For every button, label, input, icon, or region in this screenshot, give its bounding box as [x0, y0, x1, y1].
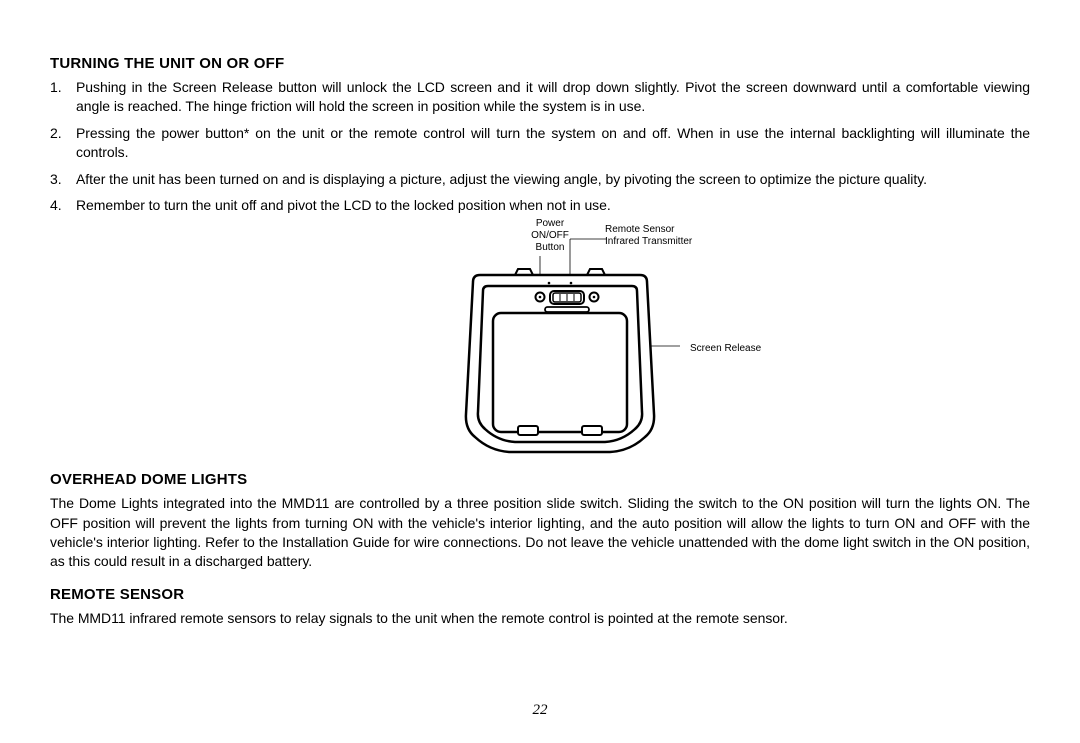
- page-root: TURNING THE UNIT ON OR OFF Pushing in th…: [0, 0, 1080, 743]
- section2-title: OVERHEAD DOME LIGHTS: [50, 471, 1030, 488]
- page-number: 22: [0, 702, 1080, 719]
- section3-body: The MMD11 infrared remote sensors to rel…: [50, 609, 1030, 628]
- instructions-list: Pushing in the Screen Release button wil…: [50, 78, 1030, 215]
- section1-title: TURNING THE UNIT ON OR OFF: [50, 55, 1030, 72]
- instruction-item-3: After the unit has been turned on and is…: [50, 170, 1030, 189]
- section2-body: The Dome Lights integrated into the MMD1…: [50, 494, 1030, 571]
- unit-diagram-icon: [440, 219, 680, 469]
- instruction-item-4: Remember to turn the unit off and pivot …: [50, 196, 1030, 215]
- section3-title: REMOTE SENSOR: [50, 586, 1030, 603]
- callout-release: Screen Release: [690, 343, 761, 355]
- instruction-item-1: Pushing in the Screen Release button wil…: [50, 78, 1030, 116]
- figure-area: PowerON/OFFButton Remote SensorInfrared …: [50, 219, 1030, 469]
- instruction-item-2: Pressing the power button* on the unit o…: [50, 124, 1030, 162]
